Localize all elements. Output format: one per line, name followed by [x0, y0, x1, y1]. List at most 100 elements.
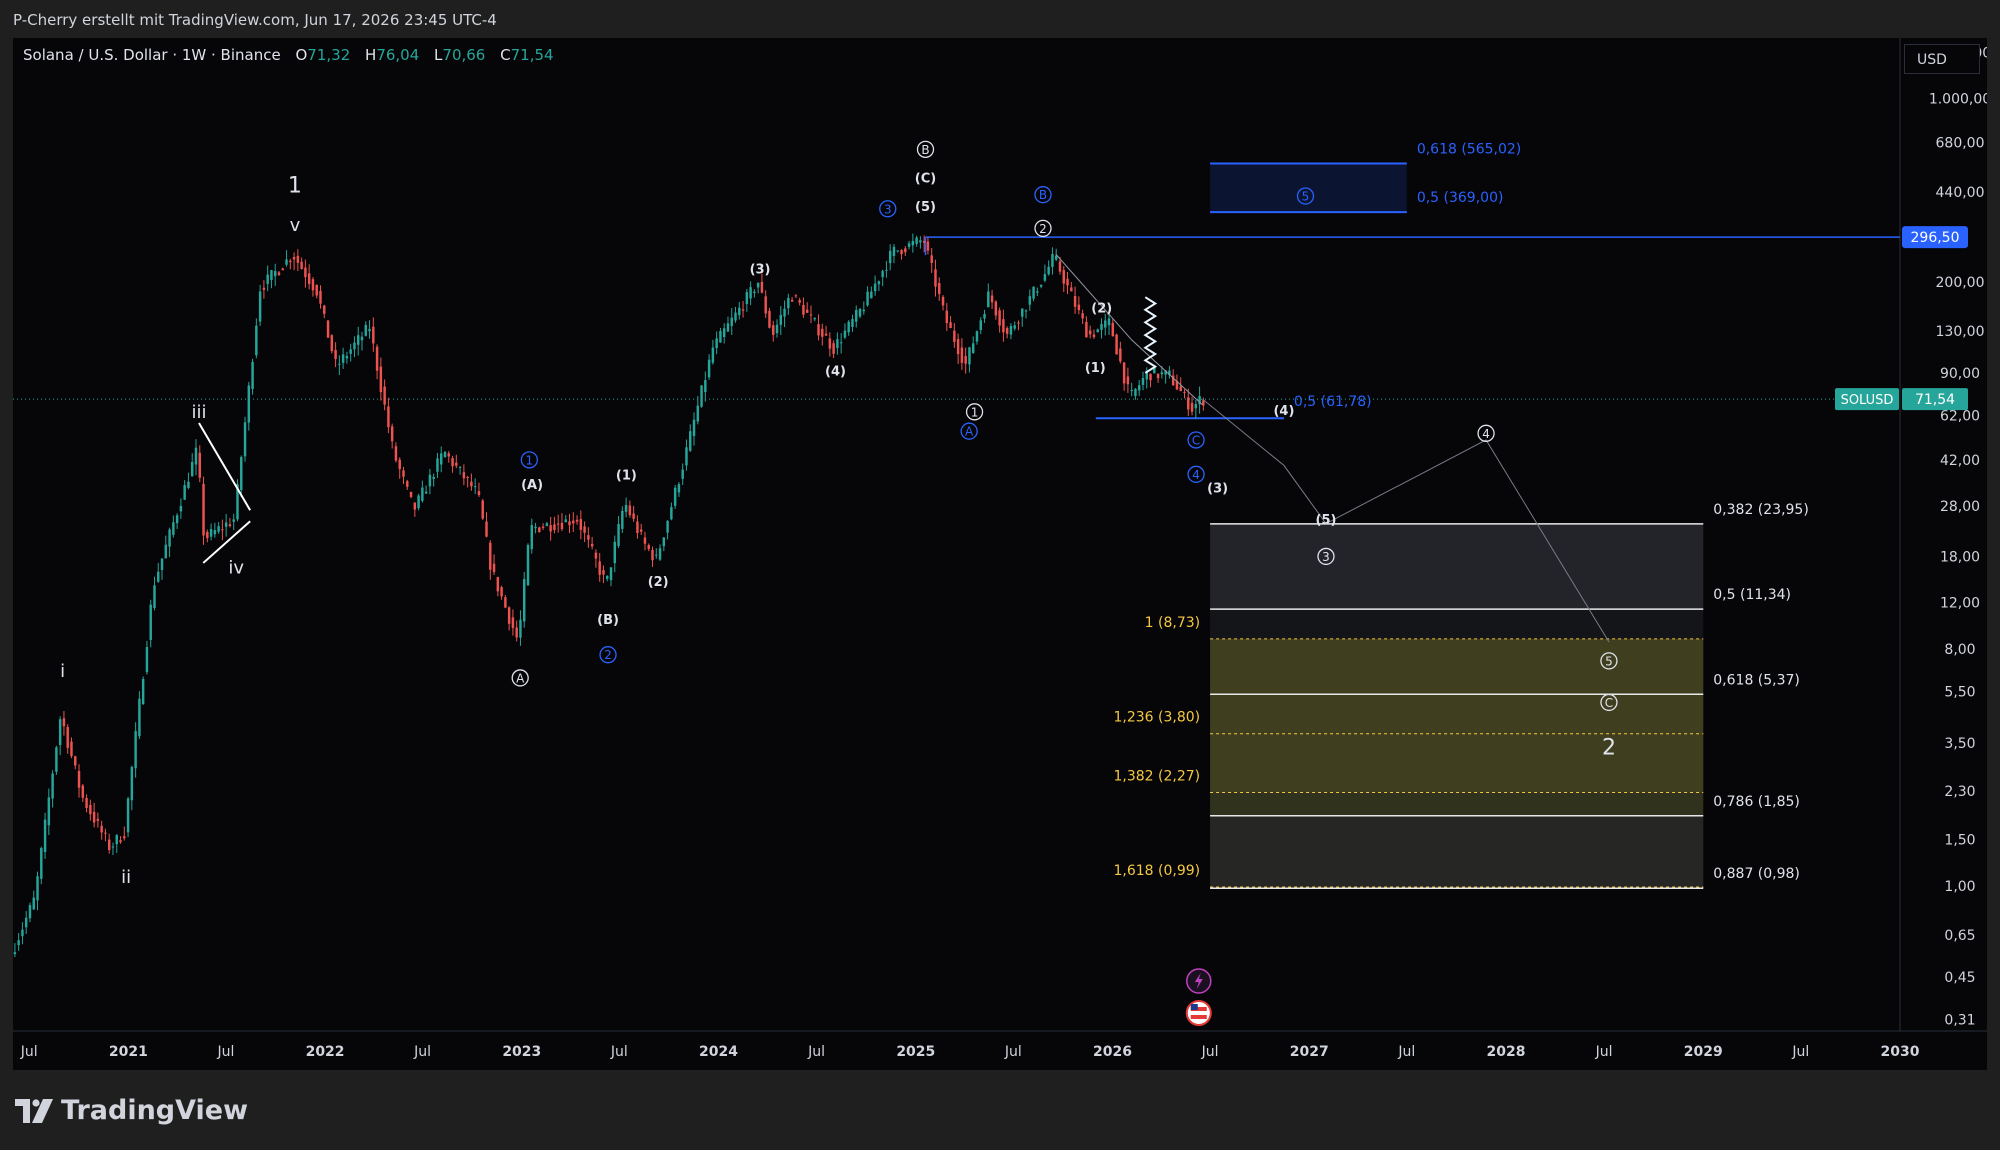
candle-body: [526, 545, 530, 586]
candle-body: [190, 461, 194, 477]
candle-body: [741, 309, 745, 311]
candle-body: [575, 519, 579, 522]
candle-body: [956, 339, 960, 355]
candle-body: [115, 835, 118, 845]
candle-body: [843, 330, 847, 338]
candle-body: [783, 308, 786, 317]
chart-frame[interactable]: 0,382 (23,95) 0,5 (11,34) 0,618 (5,37) 0,78…: [13, 38, 1987, 1070]
candle-body: [1156, 373, 1160, 379]
candle-body: [379, 366, 383, 393]
candle-body: [458, 466, 462, 468]
candle-body: [983, 313, 986, 319]
candle-body: [534, 526, 537, 529]
candle-body: [477, 491, 481, 496]
candle-body: [273, 271, 277, 277]
candle-body: [172, 522, 175, 535]
price-chart[interactable]: 0,382 (23,95) 0,5 (11,34) 0,618 (5,37) 0,78…: [13, 38, 1987, 1070]
candle-body: [877, 281, 881, 285]
attribution-text: P-Cherry erstellt mit TradingView.com, J…: [13, 11, 497, 29]
candle-body: [768, 310, 771, 328]
wave-label: 4: [1482, 427, 1490, 441]
candle-body: [515, 627, 518, 638]
candle-body: [670, 507, 673, 520]
candle-body: [66, 726, 69, 748]
candle-body: [655, 554, 658, 556]
wave-label: iii: [191, 402, 206, 423]
candle-body: [681, 469, 684, 479]
candle-body: [323, 305, 326, 314]
time-axis-label: Jul: [1201, 1044, 1219, 1060]
footer-bar: [0, 1070, 2000, 1150]
candle-body: [126, 798, 130, 833]
wave-label: 2: [1602, 735, 1616, 760]
candlestick-series: [13, 233, 1205, 958]
candle-body: [568, 521, 571, 526]
candle-body: [711, 347, 715, 363]
candle-body: [1130, 390, 1133, 392]
symbol-name[interactable]: Solana / U.S. Dollar · 1W · Binance: [23, 46, 281, 64]
candle-body: [647, 545, 650, 549]
wave-label: (C): [915, 171, 936, 186]
candle-body: [1115, 334, 1118, 355]
candle-body: [179, 505, 183, 512]
wave-label: iv: [228, 558, 244, 579]
candle-body: [930, 255, 933, 263]
candle-body: [224, 522, 228, 527]
candle-body: [1141, 378, 1145, 385]
current-price-tag-label: 71,54: [1915, 392, 1955, 408]
candle-body: [81, 785, 85, 798]
candle-body: [919, 240, 922, 243]
candle-body: [58, 719, 62, 746]
wave-label: (3): [1207, 481, 1228, 496]
candle-body: [443, 451, 447, 458]
candle-body: [96, 818, 100, 821]
candle-body: [511, 617, 515, 628]
candle-body: [541, 526, 545, 528]
candle-body: [1021, 308, 1024, 317]
currency-button[interactable]: USD: [1904, 44, 1980, 74]
support-level-label: 0,5 (61,78): [1294, 394, 1372, 410]
candle-body: [900, 249, 903, 255]
candle-body: [500, 587, 503, 597]
candle-body: [839, 342, 843, 344]
tradingview-logo[interactable]: TradingView: [15, 1095, 248, 1126]
candle-body: [1062, 270, 1065, 284]
candle-body: [1190, 402, 1194, 412]
candle-body: [394, 446, 398, 461]
candle-body: [926, 241, 930, 251]
candle-body: [949, 322, 952, 329]
candle-body: [1122, 362, 1126, 384]
candle-body: [390, 426, 394, 442]
candle-body: [307, 273, 311, 285]
candle-body: [92, 811, 96, 823]
candle-body: [1183, 391, 1186, 393]
candle-body: [990, 295, 994, 303]
price-axis-label: 130,00: [1936, 324, 1985, 340]
candle-body: [790, 299, 794, 302]
candle-body: [583, 526, 586, 533]
time-axis-label: 2021: [109, 1044, 148, 1060]
candle-body: [828, 338, 832, 349]
candle-body: [700, 385, 703, 407]
time-axis-label: Jul: [1595, 1044, 1613, 1060]
wave-label: 3: [1322, 550, 1330, 564]
candle-body: [821, 328, 824, 337]
candle-body: [228, 524, 232, 527]
candle-body: [787, 297, 790, 309]
price-axis-label: 5,50: [1944, 685, 1975, 701]
candle-body: [1039, 284, 1043, 287]
candle-body: [285, 259, 288, 265]
candle-body: [183, 485, 186, 500]
extension-level-label: 1 (8,73): [1145, 615, 1200, 631]
candle-body: [206, 531, 209, 539]
candle-body: [594, 552, 598, 559]
candle-body: [987, 291, 990, 308]
tradingview-brand: TradingView: [61, 1095, 249, 1126]
wave-label: (A): [521, 478, 543, 493]
time-axis-label: Jul: [1397, 1044, 1415, 1060]
candle-body: [160, 558, 164, 571]
candle-body: [530, 525, 534, 550]
candle-body: [922, 240, 926, 243]
candle-body: [277, 272, 281, 276]
candle-body: [719, 331, 722, 343]
